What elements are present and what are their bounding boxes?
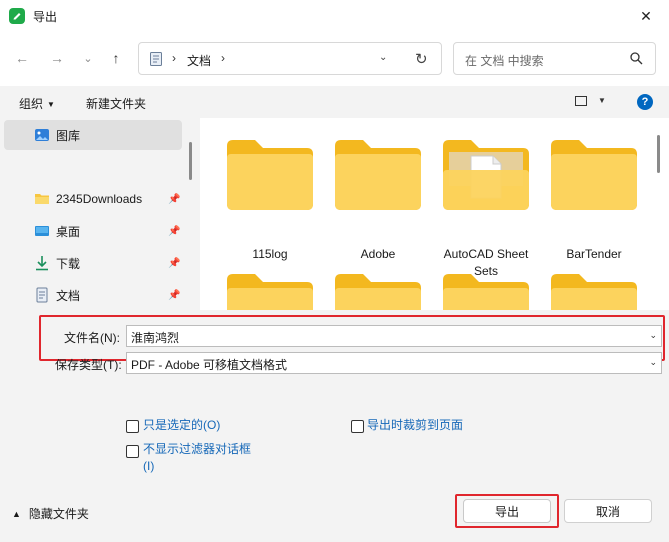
folder-icon [335,274,421,310]
crop-to-page-checkbox[interactable] [351,420,364,433]
command-toolbar: 组织 ▼ 新建文件夹 ▼ ? [0,86,669,118]
navigation-pane: 图库 2345Downloads 📌 桌面 📌 下载 📌 文档 📌 [0,118,196,310]
sidebar-item-desktop[interactable]: 桌面 [34,221,80,241]
forward-arrow-icon: → [50,50,64,66]
navigation-bar: ← → ⌄ ↑ › 文档 › ⌄ ↻ 在 文档 中搜索 [0,32,669,86]
sidebar-scrollbar[interactable] [189,142,192,180]
sidebar-item-label: 2345Downloads [56,192,143,206]
back-button[interactable]: ← [12,48,32,68]
help-icon[interactable]: ? [637,94,653,110]
organize-menu[interactable]: 组织 ▼ [19,95,55,112]
sidebar-item-label: 下载 [56,256,81,271]
cancel-button[interactable]: 取消 [564,499,652,523]
up-arrow-icon: ↑ [112,50,120,66]
folder-name: BarTender [566,247,622,261]
refresh-icon[interactable]: ↻ [415,50,428,68]
pin-icon[interactable]: 📌 [168,290,180,301]
folder-with-document-icon [443,140,529,210]
hide-folders-toggle[interactable]: ▲ 隐藏文件夹 [12,505,89,522]
folder-icon [35,194,49,204]
view-options-icon[interactable] [575,96,587,106]
sidebar-item-label: 图库 [56,128,81,143]
search-input[interactable]: 在 文档 中搜索 [465,52,544,69]
sidebar-item-label: 桌面 [56,224,81,239]
crop-to-page-label[interactable]: 导出时裁剪到页面 [367,417,463,434]
no-filter-dialog-accesskey[interactable]: (I) [143,458,154,475]
chevron-up-icon: ▲ [12,508,21,519]
filetype-select[interactable]: PDF - Adobe 可移植文档格式 ⌄ [126,352,662,374]
caret-down-icon: ▼ [47,100,55,109]
new-folder-label: 新建文件夹 [86,97,147,111]
file-list: 115log Adobe AutoCAD Sheet Sets BarTende… [200,118,669,310]
folder-icon [335,140,421,210]
document-icon [150,52,162,66]
search-box[interactable]: 在 文档 中搜索 [453,42,656,75]
sidebar-item-downloads[interactable]: 下载 [34,253,80,273]
sidebar-selection-highlight [4,120,182,150]
chevron-down-icon: ⌄ [83,52,93,65]
chevron-down-icon[interactable]: ⌄ [649,330,657,341]
back-arrow-icon: ← [15,50,29,66]
filename-field[interactable]: 淮南鸿烈 ⌄ [126,325,662,347]
breadcrumb-separator[interactable]: › [221,51,225,65]
filetype-value: PDF - Adobe 可移植文档格式 [131,358,288,372]
no-filter-dialog-checkbox[interactable] [126,445,139,458]
folder-icon [227,140,313,210]
chevron-down-icon[interactable]: ⌄ [649,357,657,368]
new-folder-button[interactable]: 新建文件夹 [86,95,146,112]
desktop-icon [35,226,49,236]
breadcrumb-documents[interactable]: 文档 [187,52,211,69]
filename-label: 文件名(N): [64,331,120,345]
pin-icon[interactable]: 📌 [168,194,180,205]
app-icon [9,8,25,24]
no-filter-dialog-label[interactable]: 不显示过滤器对话框 [143,441,251,458]
folder-name: Adobe [360,247,396,261]
folder-icon [227,274,313,310]
close-button[interactable]: ✕ [623,0,669,32]
organize-label: 组织 [19,97,44,111]
pin-icon[interactable]: 📌 [168,226,180,237]
sidebar-item-label: 文档 [56,288,81,303]
folder-name: 115log [252,247,288,261]
sidebar-item-gallery[interactable]: 图库 [34,125,80,145]
sidebar-item-documents[interactable]: 文档 [34,285,80,305]
folder-icon [551,140,637,210]
up-button[interactable]: ↑ [106,48,126,68]
download-icon [36,256,48,271]
close-icon: ✕ [640,7,652,24]
address-dropdown-icon[interactable]: ⌄ [379,52,387,63]
breadcrumb-separator: › [172,51,176,65]
content-scrollbar[interactable] [657,135,660,173]
document-icon [36,287,48,303]
filename-value: 淮南鸿烈 [131,331,180,345]
filetype-label: 保存类型(T): [55,358,122,372]
selected-only-checkbox[interactable] [126,420,139,433]
selected-only-label[interactable]: 只是选定的(O) [143,417,220,434]
sidebar-item-2345downloads[interactable]: 2345Downloads [34,189,142,209]
gallery-icon [35,129,49,141]
pin-icon[interactable]: 📌 [168,258,180,269]
recent-locations-button[interactable]: ⌄ [78,48,98,68]
hide-folders-label: 隐藏文件夹 [28,507,89,521]
caret-down-icon[interactable]: ▼ [598,96,606,105]
address-bar[interactable]: › 文档 › ⌄ ↻ [138,42,442,75]
forward-button[interactable]: → [47,48,67,68]
folder-icon [443,274,529,310]
title-bar: 导出 ✕ [0,0,669,32]
folder-icon [551,274,637,310]
export-button[interactable]: 导出 [463,499,551,523]
window-title: 导出 [33,10,58,24]
search-icon [630,52,643,65]
